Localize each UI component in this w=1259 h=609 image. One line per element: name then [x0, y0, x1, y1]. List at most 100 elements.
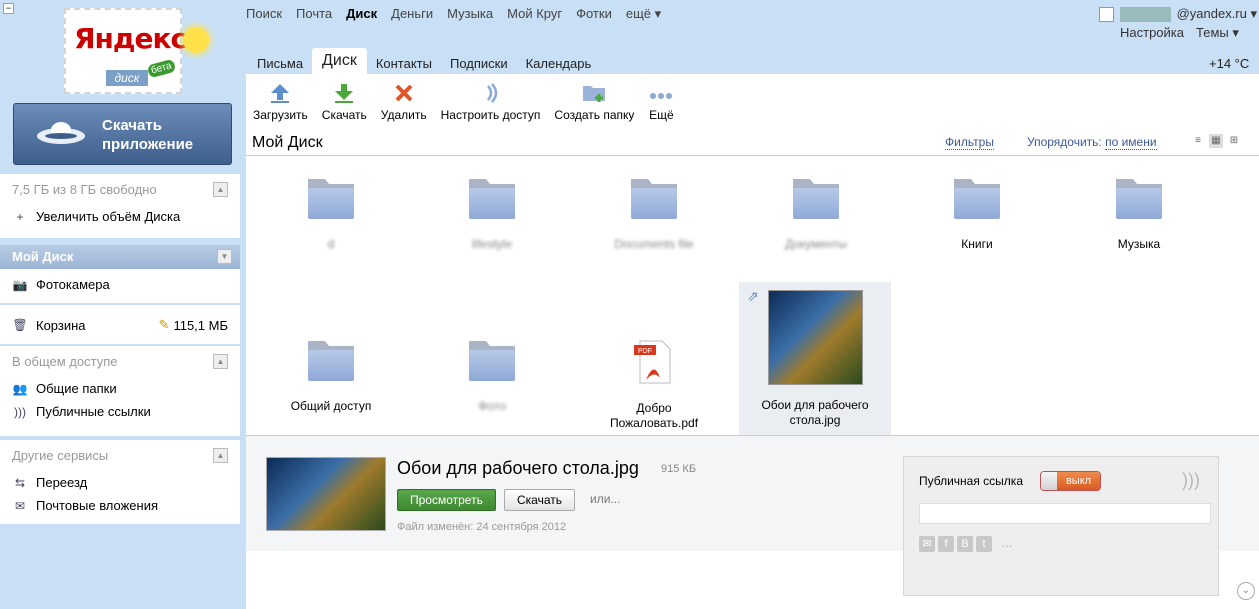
file-item[interactable]: Музыка [1069, 176, 1209, 252]
weather-temperature[interactable]: +14 °С [1209, 56, 1249, 71]
user-email[interactable] [1120, 6, 1171, 22]
service-moikrug[interactable]: Мой Круг [507, 6, 562, 22]
broom-icon[interactable]: ✎ [159, 317, 170, 333]
shared-folder-icon: 👥 [12, 381, 28, 396]
file-name: Фото [478, 399, 506, 413]
toolbar: Загрузить Скачать Удалить Настроить дост… [246, 78, 681, 122]
collapse-arrow-icon[interactable]: ▲ [213, 354, 228, 369]
tab-calendar[interactable]: Календарь [517, 52, 601, 74]
file-item[interactable]: Documents file [584, 176, 724, 252]
create-folder-button[interactable]: Создать папку [547, 78, 641, 122]
file-name: Книги [961, 237, 993, 251]
tab-disk[interactable]: Диск [312, 48, 367, 74]
view-mode-switch: ≡ ▦ ⊞ [1191, 134, 1241, 148]
collapse-icon[interactable]: − [3, 3, 14, 14]
filters-link[interactable]: Фильтры [945, 135, 994, 150]
tab-contacts[interactable]: Контакты [367, 52, 441, 74]
toggle-knob[interactable] [1041, 472, 1057, 490]
service-music[interactable]: Музыка [447, 6, 493, 22]
signal-icon: ))) [14, 404, 26, 419]
sidebar-item-public-links[interactable]: ))) Публичные ссылки [0, 400, 240, 423]
new-folder-icon [583, 86, 606, 102]
envelope-icon: ✉ [14, 498, 26, 513]
file-item[interactable]: d [261, 176, 401, 252]
themes-link[interactable]: Темы ▾ [1196, 25, 1239, 41]
share-settings-button[interactable]: Настроить доступ [434, 78, 548, 122]
file-item[interactable]: lifestyle [422, 176, 562, 252]
shared-folders-label: Общие папки [36, 381, 117, 396]
sidebar-item-move[interactable]: ⇆ Переезд [0, 471, 240, 494]
delete-label: Удалить [380, 108, 427, 122]
settings-link[interactable]: Настройка [1120, 25, 1184, 41]
scroll-down-icon[interactable]: ⌄ [1237, 582, 1255, 600]
upload-button[interactable]: Загрузить [246, 78, 315, 122]
tab-letters[interactable]: Письма [248, 52, 312, 74]
list-view-icon[interactable]: ≡ [1191, 134, 1205, 148]
sort-value[interactable]: по имени [1105, 135, 1157, 150]
public-link-toggle[interactable]: выкл [1040, 471, 1101, 491]
collapse-arrow-icon[interactable]: ▲ [213, 448, 228, 463]
more-social-icon[interactable]: … [999, 536, 1015, 552]
collapse-arrow-icon[interactable]: ▲ [213, 182, 228, 197]
camera-panel: 📷 Фотокамера [0, 269, 240, 303]
social-share-bar: ✉ f B t … [919, 536, 1015, 552]
more-button[interactable]: Ещё [641, 78, 681, 122]
tab-subscriptions[interactable]: Подписки [441, 52, 517, 74]
increase-quota-label: Увеличить объём Диска [36, 209, 181, 224]
signal-icon [486, 83, 497, 103]
sidebar-item-shared-folders[interactable]: 👥 Общие папки [0, 377, 240, 400]
more-actions-link[interactable]: или... [590, 492, 620, 506]
public-link-label: Публичная ссылка [919, 474, 1023, 488]
grid-view-icon[interactable]: ⊞ [1227, 134, 1241, 148]
service-money[interactable]: Деньги [391, 6, 433, 22]
sidebar-item-trash[interactable]: 🗑 Корзина ✎ 115,1 МБ [0, 313, 240, 337]
file-item[interactable]: Фото [422, 338, 562, 414]
sidebar-item-mail-attachments[interactable]: ✉ Почтовые вложения [0, 494, 240, 517]
user-email-domain[interactable]: @yandex.ru ▾ [1177, 6, 1257, 22]
email-share-icon[interactable]: ✉ [919, 536, 935, 552]
tiles-view-icon[interactable]: ▦ [1209, 134, 1223, 148]
quota-text: 7,5 ГБ из 8 ГБ свободно [12, 182, 157, 197]
other-services-header: Другие сервисы [12, 448, 109, 463]
file-item[interactable]: PDF Добро Пожаловать.pdf [584, 340, 724, 431]
file-name: Добро Пожаловать.pdf [609, 401, 699, 430]
increase-quota-link[interactable]: + Увеличить объём Диска [0, 205, 240, 228]
service-mail[interactable]: Почта [296, 6, 332, 22]
download-icon [335, 84, 354, 103]
svg-text:PDF: PDF [638, 348, 652, 355]
facebook-icon[interactable]: f [938, 536, 954, 552]
download-app-button[interactable]: Скачать приложение [13, 103, 232, 165]
service-more[interactable]: ещё ▾ [626, 6, 661, 22]
service-disk[interactable]: Диск [346, 6, 377, 22]
folder-icon [793, 179, 839, 219]
service-search[interactable]: Поиск [246, 6, 282, 22]
delete-button[interactable]: Удалить [374, 78, 434, 122]
folder-icon [1116, 179, 1162, 219]
file-item[interactable]: Документы [746, 176, 886, 252]
folder-icon [308, 341, 354, 381]
file-item-selected[interactable]: ⇗ Обои для рабочего стола.jpg [739, 282, 891, 435]
chevron-down-icon[interactable]: ▼ [217, 249, 232, 264]
sidebar-item-my-disk[interactable]: Мой Диск ▼ [0, 245, 240, 269]
twitter-icon[interactable]: t [976, 536, 992, 552]
detail-download-button[interactable]: Скачать [504, 489, 575, 511]
file-item[interactable]: Книги [907, 176, 1047, 252]
promo-line2: приложение [102, 136, 194, 153]
download-button[interactable]: Скачать [315, 78, 374, 122]
service-fotki[interactable]: Фотки [576, 6, 612, 22]
user-menu[interactable]: @yandex.ru ▾ [1099, 6, 1257, 22]
my-disk-label: Мой Диск [12, 249, 74, 264]
more-icon [650, 93, 673, 99]
sidebar-item-camera[interactable]: 📷 Фотокамера [0, 273, 240, 296]
download-label: Скачать [321, 108, 367, 122]
external-link-icon[interactable]: ⇗ [747, 288, 759, 305]
public-link-input[interactable] [919, 503, 1211, 524]
yandex-disk-logo[interactable]: Яндекс диск бета [64, 8, 187, 94]
folder-icon [469, 341, 515, 381]
view-button[interactable]: Просмотреть [397, 489, 496, 511]
promo-line1: Скачать [102, 117, 162, 134]
plus-icon: + [16, 209, 24, 224]
detail-thumbnail[interactable] [266, 457, 386, 531]
file-item[interactable]: Общий доступ [261, 338, 401, 414]
vkontakte-icon[interactable]: B [957, 536, 973, 552]
